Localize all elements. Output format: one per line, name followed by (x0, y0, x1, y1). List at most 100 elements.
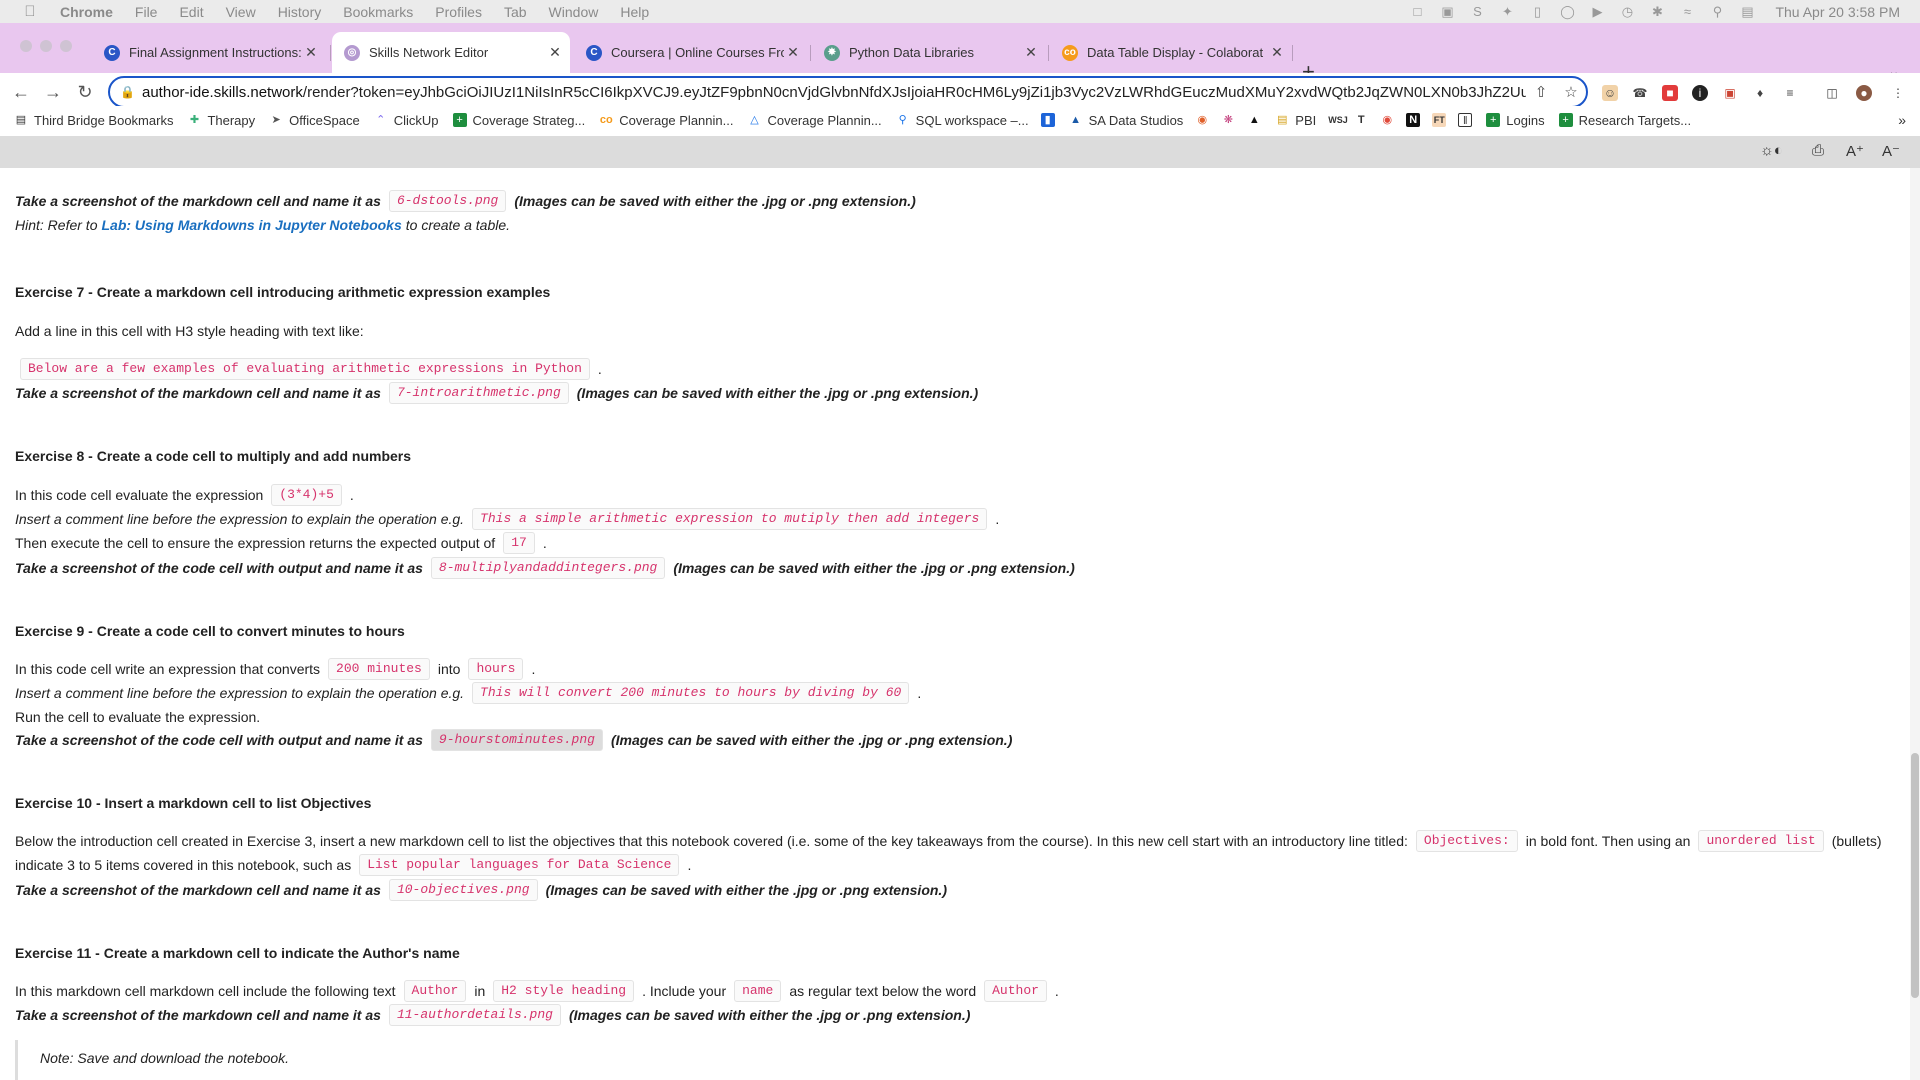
bookmark-sql-workspace[interactable]: ⚲ SQL workspace –... (896, 113, 1029, 128)
bookmark-red[interactable]: ◉ (1380, 113, 1394, 127)
bookmark-wsj[interactable]: WSJ (1328, 113, 1348, 127)
tab-python-data-libraries[interactable]: ✸ Python Data Libraries ✕ (812, 32, 1046, 73)
notion-icon: N (1406, 113, 1421, 127)
menu-view[interactable]: View (226, 4, 256, 20)
address-url[interactable]: author-ide.skills.network/render?token=e… (142, 84, 1526, 101)
close-tab-icon[interactable]: ✕ (1268, 44, 1286, 61)
menu-tab[interactable]: Tab (504, 4, 527, 20)
apple-icon[interactable]:  (20, 3, 40, 20)
close-tab-icon[interactable]: ✕ (1022, 44, 1040, 61)
extensions-puzzle-icon[interactable]: ♦ (1752, 85, 1768, 101)
share-icon[interactable]: ⇧ (1526, 83, 1556, 101)
tray-app-icon[interactable]: □ (1409, 4, 1425, 19)
tray-battery-icon[interactable]: ▯ (1529, 4, 1545, 19)
sheets-icon: + (1558, 113, 1573, 127)
reading-list-icon[interactable]: ≡ (1782, 85, 1798, 101)
menu-profiles[interactable]: Profiles (435, 4, 482, 20)
address-bar[interactable]: 🔒 author-ide.skills.network/render?token… (108, 76, 1588, 108)
close-window-button[interactable] (20, 40, 32, 52)
extension-people-icon[interactable]: ☺ (1602, 85, 1618, 101)
bluetooth-icon[interactable]: ✱ (1649, 4, 1665, 19)
tray-s-icon[interactable]: S (1469, 4, 1485, 19)
bookmark-clickup[interactable]: ⌃ ClickUp (374, 113, 438, 128)
bookmark-third-bridge[interactable]: ▤ Third Bridge Bookmarks (14, 113, 174, 128)
menu-window[interactable]: Window (549, 4, 599, 20)
bookmark-notion[interactable]: N (1406, 113, 1421, 127)
close-tab-icon[interactable]: ✕ (302, 44, 320, 61)
menu-edit[interactable]: Edit (179, 4, 203, 20)
menu-file[interactable]: File (135, 4, 158, 20)
lock-icon[interactable]: 🔒 (120, 85, 135, 99)
red-icon: ◉ (1382, 114, 1393, 126)
bookmark-hat[interactable]: ▲ (1247, 113, 1261, 127)
tray-user-icon[interactable]: ◯ (1559, 4, 1575, 19)
font-increase-icon[interactable]: A⁺ (1846, 142, 1864, 160)
bookmark-columns[interactable]: ‖ (1458, 113, 1473, 127)
control-center-icon[interactable]: ▤ (1739, 4, 1755, 19)
instruction-text: Take a screenshot of the code cell with … (15, 560, 423, 576)
tray-bird-icon[interactable]: ✦ (1499, 4, 1515, 19)
wifi-icon[interactable]: ≈ (1679, 4, 1695, 19)
bookmark-slack[interactable]: ❋ (1221, 113, 1235, 127)
bookmark-star-icon[interactable]: ☆ (1556, 83, 1586, 101)
bookmark-ft[interactable]: FT (1432, 113, 1447, 127)
extension-info-icon[interactable]: i (1692, 85, 1708, 101)
bookmark-logins[interactable]: + Logins (1486, 113, 1545, 128)
tab-coursera[interactable]: C Coursera | Online Courses Fro ✕ (574, 32, 808, 73)
browser-menu-icon[interactable]: ⋮ (1890, 85, 1906, 101)
punctuation: . (917, 685, 922, 701)
extension-red-icon[interactable]: ■ (1662, 85, 1678, 101)
back-arrow-icon[interactable]: ← (10, 81, 32, 103)
bookmark-coverage-planning-2[interactable]: △ Coverage Plannin... (747, 113, 881, 128)
reload-icon[interactable]: ↻ (74, 81, 96, 103)
tab-title: Skills Network Editor (369, 45, 489, 60)
tab-colab[interactable]: co Data Table Display - Colaborat ✕ (1050, 32, 1292, 73)
spotlight-search-icon[interactable]: ⚲ (1709, 4, 1725, 19)
tray-clock-icon[interactable]: ◷ (1619, 4, 1635, 19)
coursera-icon: C (104, 44, 120, 61)
theme-toggle-icon[interactable]: ☼◐ (1760, 142, 1783, 159)
bookmark-pbi[interactable]: ▤ PBI (1275, 113, 1316, 128)
markdown-lab-link[interactable]: Lab: Using Markdowns in Jupyter Notebook… (101, 217, 401, 233)
tray-play-icon[interactable]: ▶ (1589, 4, 1605, 19)
bookmark-label: Coverage Strateg... (472, 112, 586, 128)
menu-history[interactable]: History (278, 4, 322, 20)
forward-arrow-icon[interactable]: → (42, 81, 64, 103)
bookmark-therapy[interactable]: ✚ Therapy (187, 113, 255, 128)
close-tab-icon[interactable]: ✕ (546, 44, 564, 61)
tab-title: Coursera | Online Courses Fro (611, 45, 784, 60)
bookmark-nyt[interactable]: T (1354, 113, 1368, 127)
bookmark-coverage-strateg[interactable]: + Coverage Strateg... (452, 112, 586, 128)
menubar-clock[interactable]: Thu Apr 20 3:58 PM (1775, 4, 1900, 20)
print-icon[interactable]: ⎙ (1812, 142, 1824, 159)
extension-cast-icon[interactable]: ▣ (1722, 85, 1738, 101)
close-tab-icon[interactable]: ✕ (784, 44, 802, 61)
minimize-window-button[interactable] (40, 40, 52, 52)
tab-skills-network-editor[interactable]: ◎ Skills Network Editor ✕ (332, 32, 570, 73)
bookmark-coverage-planning-1[interactable]: co Coverage Plannin... (599, 113, 734, 128)
menu-app-name[interactable]: Chrome (60, 4, 113, 20)
vertical-scrollbar[interactable] (1910, 168, 1920, 1080)
zoom-window-button[interactable] (60, 40, 72, 52)
more-bookmarks-chevron-icon[interactable]: » (1898, 112, 1906, 128)
scrollbar-thumb[interactable] (1911, 753, 1919, 998)
side-panel-icon[interactable]: ◫ (1824, 85, 1840, 101)
hat-icon: ▲ (1248, 114, 1260, 126)
menu-bookmarks[interactable]: Bookmarks (343, 4, 413, 20)
menu-help[interactable]: Help (620, 4, 649, 20)
ex6-hint-line: Hint: Refer to Lab: Using Markdowns in J… (15, 214, 510, 236)
profile-avatar[interactable]: ● (1856, 85, 1872, 101)
tab-final-assignment[interactable]: C Final Assignment Instructions: ✕ (92, 32, 326, 73)
font-decrease-icon[interactable]: A⁻ (1882, 142, 1900, 160)
bookmark-trello[interactable]: ▮ (1040, 113, 1055, 127)
bookmark-officespace[interactable]: ➤ OfficeSpace (269, 113, 360, 128)
extension-phone-icon[interactable]: ☎ (1632, 85, 1648, 101)
tab-separator (810, 45, 811, 61)
bookmark-sa-data-studios[interactable]: ▲ SA Data Studios (1069, 113, 1183, 128)
bookmark-github[interactable]: ◉ (1195, 113, 1209, 127)
tray-folder-icon[interactable]: ▣ (1439, 4, 1455, 19)
note-blockquote: Note: Save and download the notebook. (15, 1040, 615, 1080)
tab-title: Data Table Display - Colaborat (1087, 45, 1264, 60)
body-text: Then execute the cell to ensure the expr… (15, 535, 496, 551)
bookmark-research-targets[interactable]: + Research Targets... (1558, 113, 1691, 128)
